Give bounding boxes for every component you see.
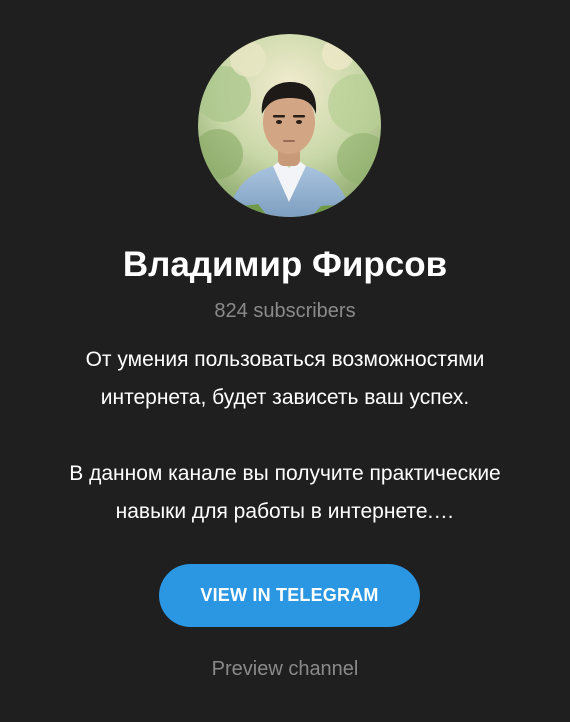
channel-description: От умения пользоваться возможностями инт… <box>20 341 550 531</box>
description-line: В данном канале вы получите практические <box>69 462 501 485</box>
channel-avatar <box>198 34 381 217</box>
avatar-photo-icon <box>198 34 381 217</box>
preview-channel-link[interactable]: Preview channel <box>0 656 570 682</box>
description-line: навыки для работы в интернете.… <box>115 500 455 523</box>
view-in-telegram-button[interactable]: VIEW IN TELEGRAM <box>159 564 420 627</box>
channel-title: Владимир Фирсов <box>122 245 448 284</box>
description-paragraph-gap <box>20 417 550 455</box>
channel-preview-card: Владимир Фирсов 824 subscribers От умени… <box>0 0 570 722</box>
description-line: интернета, будет зависеть ваш успех. <box>100 386 470 409</box>
subscriber-count: 824 subscribers <box>214 300 356 322</box>
description-line: От умения пользоваться возможностями <box>85 348 485 371</box>
